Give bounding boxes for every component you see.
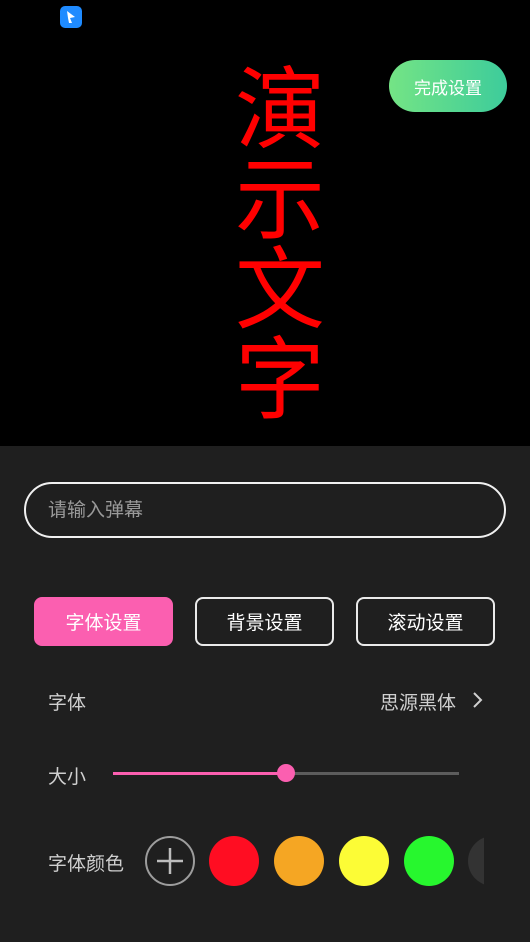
size-label: 大小	[48, 766, 87, 788]
color-swatch-red[interactable]	[209, 836, 259, 886]
color-swatch-yellow[interactable]	[339, 836, 389, 886]
color-swatch-orange[interactable]	[274, 836, 324, 886]
tab-font-settings[interactable]: 字体设置	[34, 597, 173, 646]
font-color-label: 字体颜色	[48, 853, 125, 875]
app-launcher-icon[interactable]	[60, 6, 82, 28]
add-color-button[interactable]	[145, 836, 195, 886]
chevron-right-icon[interactable]	[470, 690, 486, 710]
done-settings-button[interactable]: 完成设置	[389, 60, 507, 112]
danmaku-input[interactable]	[24, 482, 506, 538]
font-value[interactable]: 思源黑体	[380, 688, 456, 715]
size-slider-fill	[113, 772, 286, 775]
color-swatch-green[interactable]	[404, 836, 454, 886]
tab-scroll-settings[interactable]: 滚动设置	[356, 597, 495, 646]
size-slider[interactable]	[113, 764, 459, 782]
color-swatch-dark[interactable]	[468, 836, 484, 886]
color-swatch-more[interactable]	[468, 836, 484, 886]
tab-background-settings[interactable]: 背景设置	[195, 597, 334, 646]
preview-text: 演示文字	[219, 62, 324, 422]
preview-area: 演示文字 完成设置	[0, 0, 530, 446]
font-label: 字体	[48, 692, 87, 714]
size-slider-thumb[interactable]	[277, 764, 295, 782]
plus-icon	[157, 848, 183, 874]
